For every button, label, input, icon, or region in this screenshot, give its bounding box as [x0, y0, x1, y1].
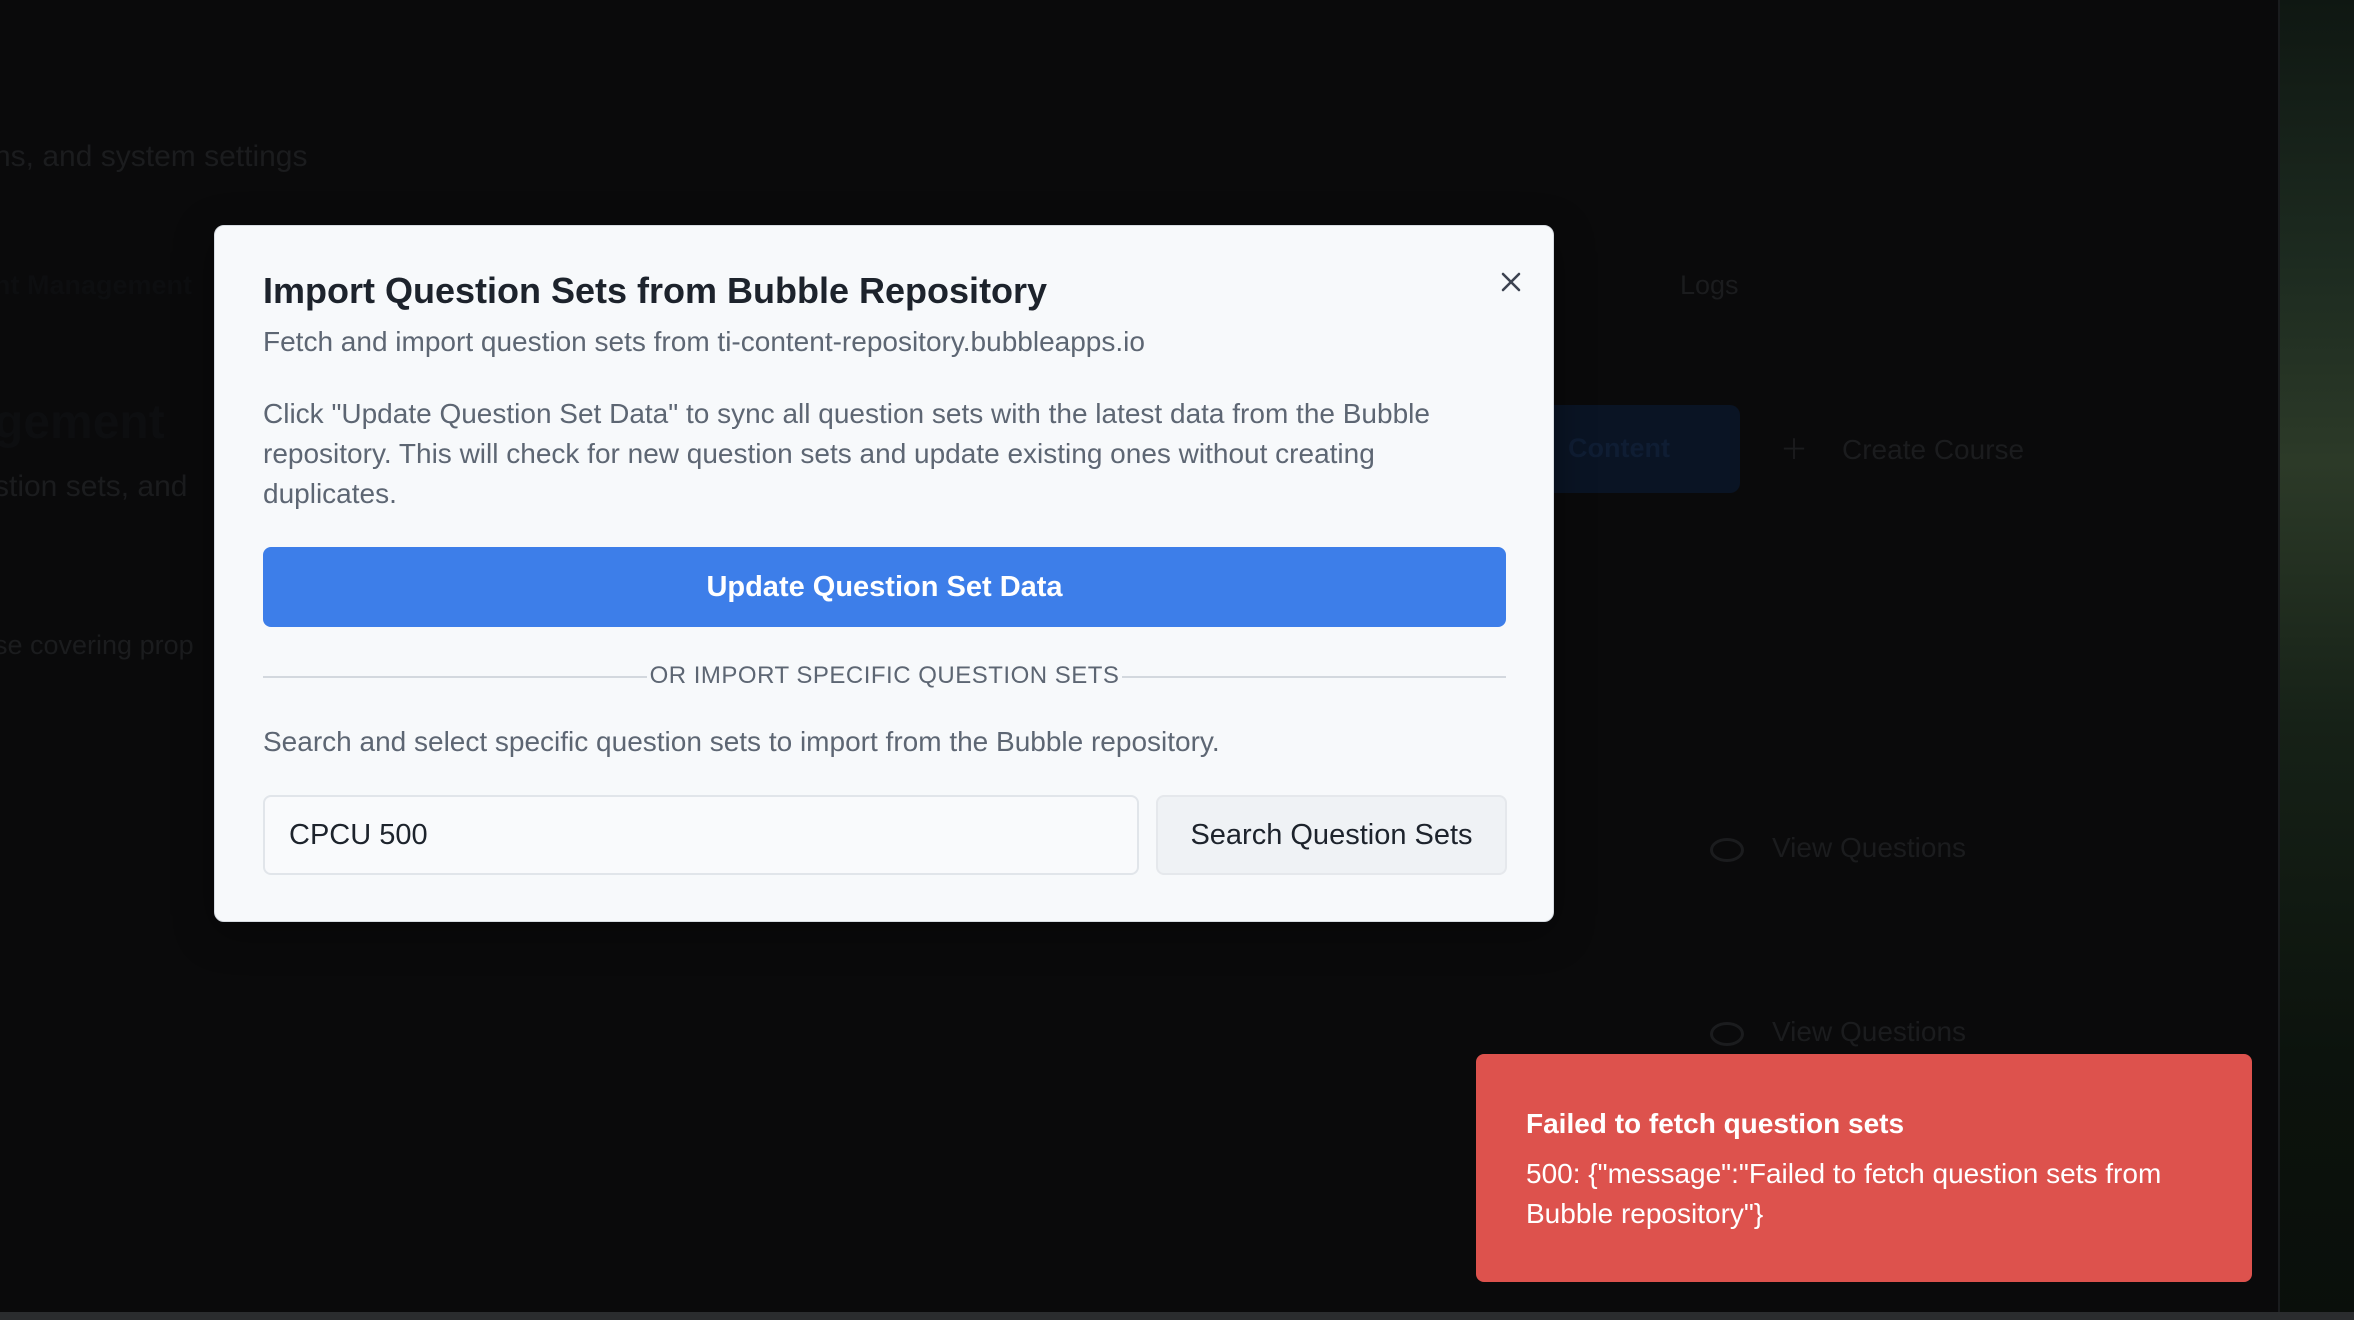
bg-tab-logs: Logs: [1680, 270, 1739, 300]
desktop-wallpaper: [2280, 0, 2354, 1320]
section-divider: OR IMPORT SPECIFIC QUESTION SETS: [263, 662, 1506, 692]
divider-line: [1122, 676, 1506, 678]
error-toast[interactable]: Failed to fetch question sets 500: {"mes…: [1476, 1054, 2252, 1282]
bottom-bar: [0, 1312, 2354, 1320]
bg-list-description: se covering prop: [0, 630, 194, 660]
bg-subtitle: ns, and system settings: [0, 140, 308, 173]
bg-view-questions-2: View Questions: [1772, 1016, 1966, 1048]
update-question-set-data-button[interactable]: Update Question Set Data: [263, 547, 1506, 627]
bg-view-questions-label: View Questions: [1772, 1016, 1967, 1047]
screen: ns, and system settings nt Management Lo…: [0, 0, 2354, 1320]
eye-icon: [1710, 1022, 1744, 1046]
close-button[interactable]: [1491, 262, 1531, 302]
bg-page-heading: gement: [0, 396, 165, 449]
bg-create-course-button: ＋ Create Course: [1780, 428, 2024, 468]
sync-instructions: Click "Update Question Set Data" to sync…: [263, 398, 1430, 509]
dialog-description: Fetch and import question sets from ti-c…: [263, 326, 1145, 357]
eye-icon: [1710, 838, 1744, 862]
bg-view-questions-1: View Questions: [1772, 832, 1966, 864]
dialog-title: Import Question Sets from Bubble Reposit…: [263, 270, 1048, 311]
bg-import-content-label: Content: [1568, 433, 1670, 463]
question-set-search-input[interactable]: [263, 795, 1139, 875]
plus-icon: ＋: [1780, 434, 1809, 465]
close-icon[interactable]: [1491, 262, 1531, 302]
search-question-sets-button[interactable]: Search Question Sets: [1156, 795, 1507, 875]
search-help-text: Search and select specific question sets…: [263, 726, 1220, 757]
bg-tab-content-management: nt Management: [0, 270, 193, 300]
bg-page-description: stion sets, and: [0, 470, 188, 503]
bg-view-questions-label: View Questions: [1772, 832, 1967, 863]
toast-title: Failed to fetch question sets: [1526, 1108, 1905, 1139]
toast-message: 500: {"message":"Failed to fetch questio…: [1526, 1158, 2162, 1229]
import-question-sets-dialog: Import Question Sets from Bubble Reposit…: [214, 225, 1554, 922]
bg-create-course-label: Create Course: [1842, 434, 2025, 465]
